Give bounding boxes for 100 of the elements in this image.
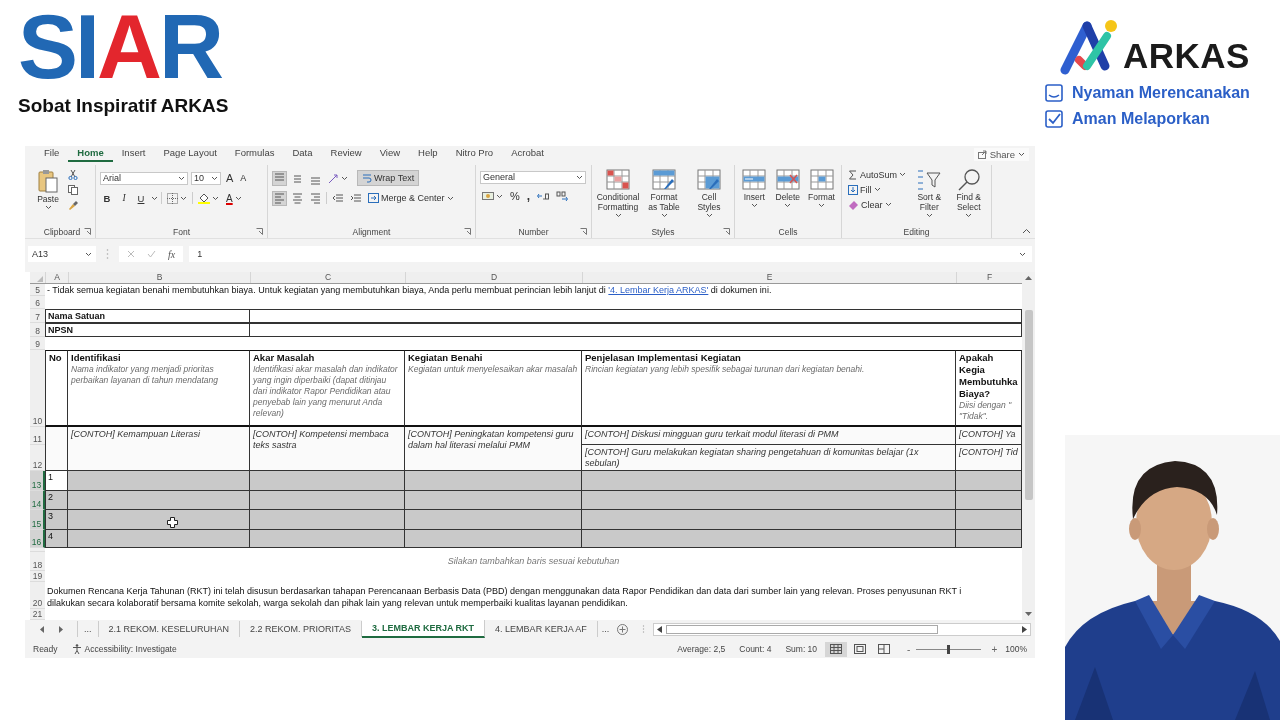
table-cell[interactable] bbox=[250, 491, 405, 511]
increase-decimal-button[interactable] bbox=[535, 190, 552, 203]
name-box[interactable]: A13 bbox=[28, 246, 96, 263]
align-top-button[interactable] bbox=[272, 170, 287, 186]
merge-center-button[interactable]: Merge & Center bbox=[366, 192, 456, 205]
vertical-scrollbar[interactable] bbox=[1022, 272, 1035, 621]
table-cell[interactable] bbox=[250, 530, 405, 549]
row-number[interactable]: 8 bbox=[30, 323, 45, 338]
ribbon-tab[interactable]: Help bbox=[409, 146, 447, 163]
zoom-out-button[interactable]: - bbox=[907, 643, 911, 655]
font-style-button[interactable]: B bbox=[100, 191, 114, 205]
view-button[interactable] bbox=[825, 641, 848, 657]
table-cell[interactable] bbox=[582, 491, 956, 511]
column-header[interactable]: C bbox=[250, 272, 405, 284]
table-cell[interactable] bbox=[250, 510, 405, 531]
row-number[interactable]: 6 bbox=[30, 296, 45, 310]
table-cell[interactable]: 3 bbox=[45, 510, 68, 531]
align-left-button[interactable] bbox=[272, 190, 287, 206]
table-cell[interactable] bbox=[582, 510, 956, 531]
ribbon-tab[interactable]: View bbox=[370, 146, 410, 163]
sheet-link[interactable]: '4. Lembar Kerja ARKAS' bbox=[608, 285, 709, 296]
styles-button[interactable]: Format as Table bbox=[643, 166, 685, 226]
table-cell[interactable] bbox=[68, 491, 250, 511]
grow-font-button[interactable]: A bbox=[224, 171, 236, 186]
fill-color-button[interactable] bbox=[196, 191, 221, 206]
column-header[interactable]: E bbox=[582, 272, 956, 284]
font-color-button[interactable]: A bbox=[224, 191, 244, 205]
decrease-decimal-button[interactable] bbox=[554, 190, 571, 203]
currency-button[interactable] bbox=[480, 190, 505, 203]
slider-thumb[interactable] bbox=[946, 644, 950, 654]
zoom-in-button[interactable]: + bbox=[991, 643, 998, 655]
launcher-icon[interactable] bbox=[256, 228, 263, 236]
table-cell[interactable]: 2 bbox=[45, 491, 68, 511]
previous-icon[interactable] bbox=[39, 625, 45, 633]
copy-button[interactable] bbox=[66, 183, 80, 196]
cut-button[interactable] bbox=[66, 168, 80, 181]
check-icon[interactable] bbox=[147, 250, 156, 259]
font-size-field[interactable]: 10 bbox=[191, 171, 221, 185]
launcher-icon[interactable] bbox=[723, 228, 730, 236]
number-format-field[interactable]: General bbox=[480, 170, 586, 184]
table-cell[interactable] bbox=[405, 491, 582, 511]
scroll-right-icon[interactable] bbox=[1022, 625, 1027, 633]
cells-button[interactable]: Insert bbox=[739, 166, 770, 226]
ribbon-tab[interactable]: Acrobat bbox=[502, 146, 553, 163]
share-button[interactable]: Share bbox=[973, 147, 1029, 161]
table-cell[interactable] bbox=[68, 510, 250, 531]
table-cell[interactable] bbox=[956, 530, 1022, 549]
more-sheets-button[interactable]: ... bbox=[77, 621, 99, 638]
ribbon-tab[interactable]: Data bbox=[283, 146, 322, 163]
wrap-text-button[interactable]: Wrap Text bbox=[357, 170, 420, 187]
row-number[interactable]: 10 bbox=[30, 350, 45, 428]
row-number[interactable]: 9 bbox=[30, 337, 45, 351]
cells-button[interactable]: Format bbox=[806, 166, 837, 226]
table-cell[interactable] bbox=[956, 491, 1022, 511]
row-number[interactable]: 15 bbox=[30, 510, 45, 531]
row-number[interactable]: 18 bbox=[30, 552, 45, 572]
empty-cell[interactable] bbox=[250, 323, 1022, 338]
row-number[interactable]: 13 bbox=[30, 471, 45, 492]
empty-cell[interactable] bbox=[250, 309, 1022, 324]
ribbon-tab[interactable]: File bbox=[35, 146, 69, 163]
sheet-tab[interactable]: 2.2 REKOM. PRIORITAS bbox=[240, 621, 362, 638]
comma-style-button[interactable]: , bbox=[524, 188, 533, 205]
table-cell[interactable] bbox=[405, 530, 582, 549]
ribbon-tab[interactable]: Nitro Pro bbox=[446, 146, 503, 163]
table-cell[interactable] bbox=[250, 471, 405, 492]
cells-button[interactable]: Delete bbox=[772, 166, 804, 226]
ribbon-tab[interactable]: Home bbox=[68, 146, 113, 163]
table-cell[interactable]: 4 bbox=[45, 530, 68, 549]
row-number[interactable]: 12 bbox=[30, 445, 45, 472]
paste-button[interactable]: Paste bbox=[33, 166, 63, 226]
table-cell[interactable] bbox=[68, 530, 250, 549]
horizontal-scrollbar[interactable] bbox=[653, 622, 1031, 636]
shrink-font-button[interactable]: A bbox=[238, 172, 249, 185]
editing-button[interactable]: Clear bbox=[846, 198, 909, 211]
font-name-field[interactable]: Arial bbox=[100, 171, 188, 185]
sheet-tab[interactable]: 2.1 REKOM. KESELURUHAN bbox=[98, 621, 241, 638]
table-cell[interactable] bbox=[405, 510, 582, 531]
collapse-icon[interactable] bbox=[1022, 228, 1031, 235]
row-number[interactable]: 7 bbox=[30, 309, 45, 324]
table-cell[interactable] bbox=[68, 471, 250, 492]
borders-button[interactable] bbox=[165, 191, 189, 205]
more-sheets-button[interactable]: ... bbox=[597, 621, 614, 638]
format-painter-button[interactable] bbox=[66, 198, 80, 211]
table-cell[interactable] bbox=[582, 471, 956, 492]
editing-button[interactable]: AutoSum bbox=[846, 168, 909, 181]
formula-field[interactable]: 1 bbox=[189, 246, 1032, 263]
ribbon-tab[interactable]: Formulas bbox=[225, 146, 284, 163]
row-number[interactable]: 20 bbox=[30, 582, 45, 610]
table-cell[interactable] bbox=[956, 471, 1022, 492]
sheet-tab[interactable]: 3. LEMBAR KERJA RKT bbox=[361, 620, 486, 639]
row-number[interactable]: 14 bbox=[30, 491, 45, 511]
table-cell[interactable] bbox=[405, 471, 582, 492]
insert-function-button[interactable]: fx bbox=[168, 248, 176, 260]
ribbon-tab[interactable]: Insert bbox=[112, 146, 155, 163]
scrollbar-thumb[interactable] bbox=[1024, 310, 1033, 501]
row-number[interactable]: 11 bbox=[30, 427, 45, 446]
launcher-icon[interactable] bbox=[580, 228, 587, 236]
table-cell[interactable] bbox=[582, 530, 956, 549]
orientation-button[interactable] bbox=[326, 171, 350, 185]
scroll-down-icon[interactable] bbox=[1025, 612, 1032, 618]
